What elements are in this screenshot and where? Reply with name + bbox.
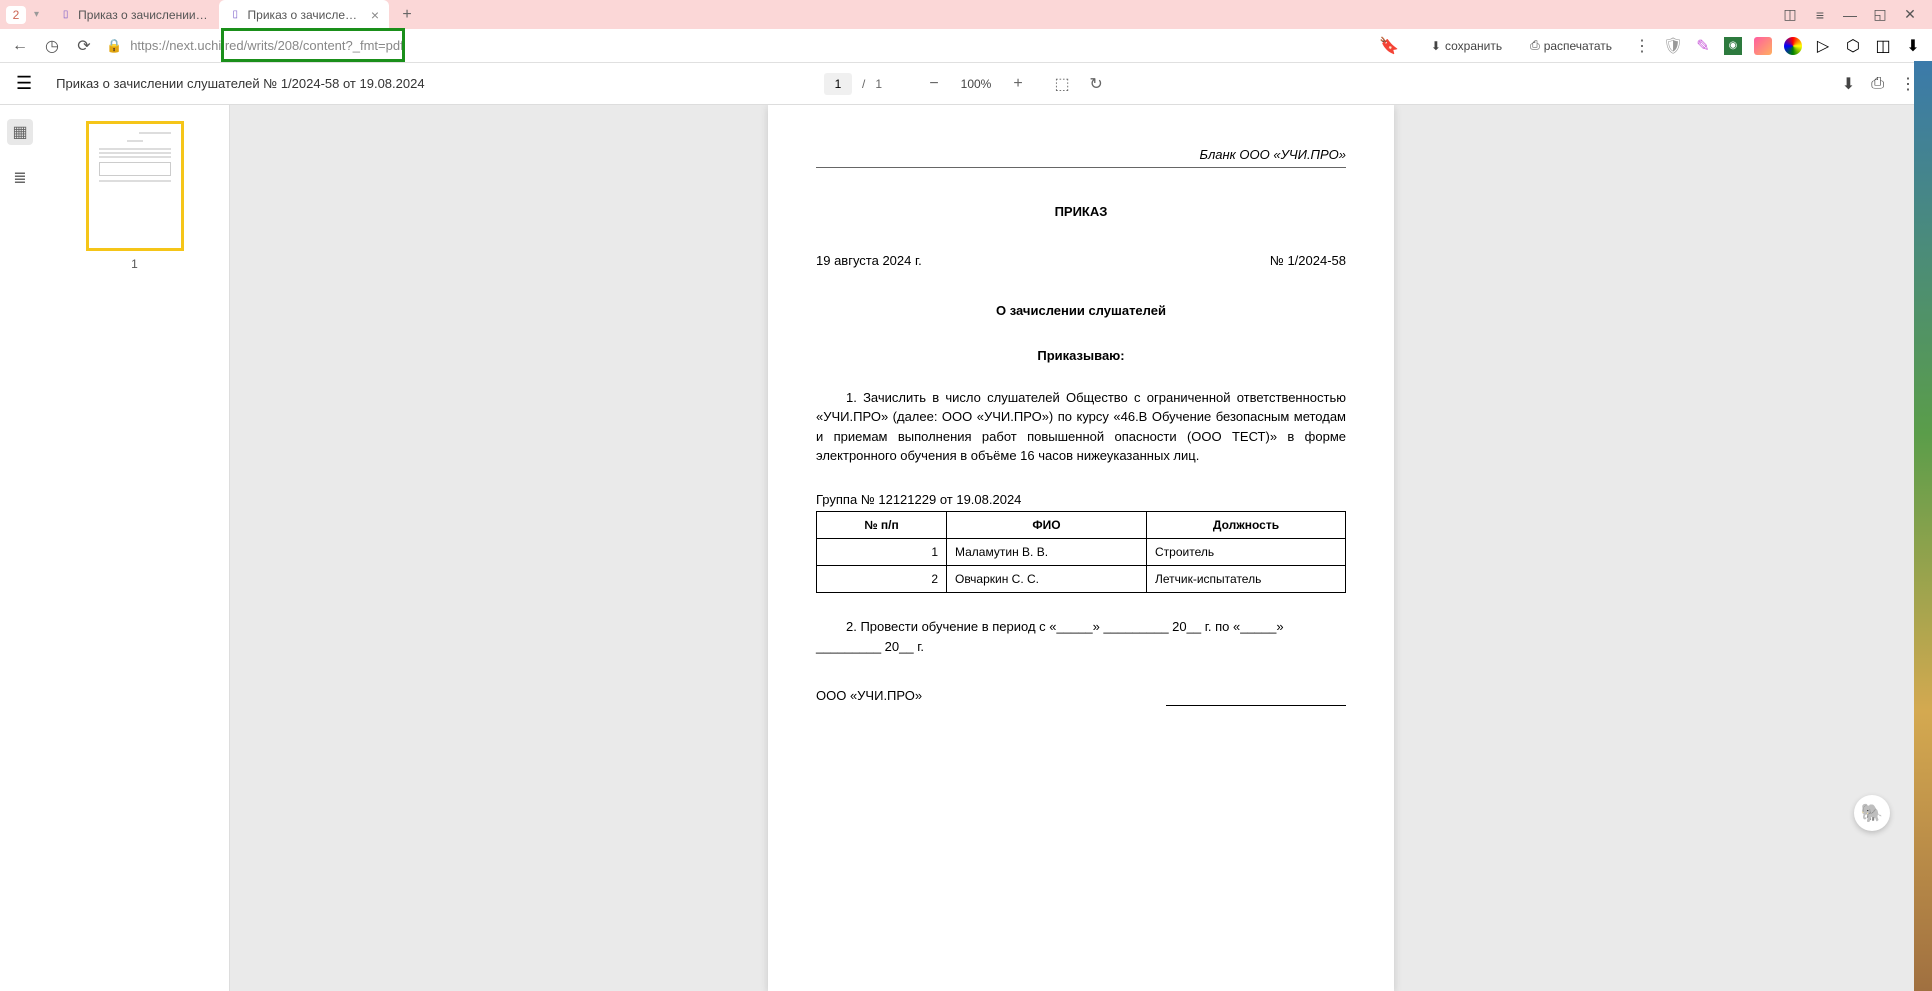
downloads-icon[interactable]: ⬇ [1904, 37, 1922, 55]
order-heading: ПРИКАЗ [816, 202, 1346, 222]
cell-name: Овчаркин С. С. [947, 566, 1147, 593]
paragraph-1: 1. Зачислить в число слушателей Общество… [816, 388, 1346, 466]
evernote-floating-icon[interactable]: 🐘 [1854, 795, 1890, 831]
page-separator: / [862, 77, 865, 91]
zoom-out-button[interactable]: − [922, 72, 946, 96]
maximize-icon[interactable]: ◱ [1872, 7, 1888, 23]
address-bar: ← ◷ ⟳ 🔒 https://next.uchi.red/writs/208/… [0, 29, 1932, 63]
pencil-ext-icon[interactable]: ✎ [1694, 37, 1712, 55]
order-subject: О зачислении слушателей [816, 301, 1346, 321]
tab-title: Приказ о зачислении с [248, 8, 361, 22]
tab-favicon-icon: ▯ [59, 8, 72, 22]
thumbnails-toggle[interactable]: ▦ [7, 119, 33, 145]
tab-bar: 2 ▾ ▯ Приказ о зачислении слу ▯ Приказ о… [0, 0, 1932, 29]
tab-active[interactable]: ▯ Приказ о зачислении с × [219, 0, 389, 29]
kebab-icon[interactable]: ⋮ [1632, 36, 1652, 56]
paragraph-2: 2. Провести обучение в период с «_____» … [816, 617, 1346, 656]
cell-num: 1 [817, 539, 947, 566]
blank-org: Бланк ООО «УЧИ.ПРО» [816, 145, 1346, 168]
tab-favicon-icon: ▯ [229, 8, 242, 22]
menu-icon[interactable]: ≡ [1812, 7, 1828, 23]
students-table: № п/п ФИО Должность 1 Маламутин В. В. Ст… [816, 511, 1346, 593]
print-pdf-button[interactable]: ⎙ [1871, 75, 1884, 93]
bookmark-icon[interactable]: 🔖 [1379, 36, 1399, 56]
zoom-level[interactable]: 100% [956, 77, 996, 91]
cell-position: Летчик-испытатель [1147, 566, 1346, 593]
thumbnail-page-number: 1 [131, 257, 138, 271]
shield-ext-icon[interactable]: 🛡 [1664, 37, 1682, 55]
side-rail: ▦ ≣ [0, 105, 40, 991]
new-tab-button[interactable]: + [395, 3, 419, 27]
chevron-down-icon[interactable]: ▾ [34, 9, 39, 20]
zoom-in-button[interactable]: + [1006, 72, 1030, 96]
cursor-ext-icon[interactable]: ▷ [1814, 37, 1832, 55]
order-number: № 1/2024-58 [1270, 251, 1346, 271]
print-button[interactable]: ⎙ распечатать [1522, 34, 1620, 57]
cell-name: Маламутин В. В. [947, 539, 1147, 566]
group-line: Группа № 12121229 от 19.08.2024 [816, 490, 1346, 510]
signature-line [1166, 692, 1346, 706]
page-viewport[interactable]: Бланк ООО «УЧИ.ПРО» ПРИКАЗ 19 августа 20… [230, 105, 1932, 991]
col-header-fio: ФИО [947, 512, 1147, 539]
puzzle-ext-icon[interactable]: ⬡ [1844, 37, 1862, 55]
sidebar-ext-icon[interactable]: ◫ [1874, 37, 1892, 55]
reload-button[interactable]: ⟳ [74, 36, 94, 56]
url-input[interactable]: 🔒 https://next.uchi.red/writs/208/conten… [106, 32, 1367, 60]
minimize-icon[interactable]: — [1842, 7, 1858, 23]
lock-icon: 🔒 [106, 38, 122, 54]
clock-icon[interactable]: ◷ [42, 36, 62, 56]
rotate-button[interactable]: ↻ [1084, 72, 1108, 96]
signer-name: ООО «УЧИ.ПРО» [816, 686, 922, 706]
pdf-toolbar: ☰ Приказ о зачислении слушателей № 1/202… [0, 63, 1932, 105]
tab-inactive[interactable]: ▯ Приказ о зачислении слу [49, 0, 219, 29]
printer-icon: ⎙ [1530, 38, 1540, 53]
order-command: Приказываю: [816, 346, 1346, 366]
cell-position: Строитель [1147, 539, 1346, 566]
table-row: 1 Маламутин В. В. Строитель [817, 539, 1346, 566]
col-header-position: Должность [1147, 512, 1346, 539]
close-window-icon[interactable]: ✕ [1902, 7, 1918, 23]
page-thumbnail[interactable] [86, 121, 184, 251]
desktop-edge [1914, 61, 1932, 991]
save-label: сохранить [1445, 39, 1502, 53]
hamburger-icon[interactable]: ☰ [16, 73, 32, 94]
total-pages: 1 [875, 77, 882, 91]
col-header-num: № п/п [817, 512, 947, 539]
pdf-page: Бланк ООО «УЧИ.ПРО» ПРИКАЗ 19 августа 20… [768, 105, 1394, 991]
circle-ext-icon[interactable] [1784, 37, 1802, 55]
thumbnail-sidebar: 1 [40, 105, 230, 991]
url-text: https://next.uchi.red/writs/208/content?… [130, 38, 404, 53]
download-pdf-button[interactable]: ⬇ [1842, 74, 1855, 94]
back-button[interactable]: ← [10, 36, 30, 56]
tab-title: Приказ о зачислении слу [78, 8, 209, 22]
table-row: 2 Овчаркин С. С. Летчик-испытатель [817, 566, 1346, 593]
order-date: 19 августа 2024 г. [816, 251, 922, 271]
green-ext-icon[interactable]: ◉ [1724, 37, 1742, 55]
print-label: распечатать [1544, 39, 1612, 53]
copy-icon[interactable]: ◫ [1782, 7, 1798, 23]
gradient-ext-icon[interactable] [1754, 37, 1772, 55]
download-icon: ⬇ [1431, 39, 1441, 53]
outline-toggle[interactable]: ≣ [7, 165, 33, 191]
cell-num: 2 [817, 566, 947, 593]
tab-count-badge[interactable]: 2 [6, 6, 26, 24]
close-icon[interactable]: × [371, 7, 379, 23]
document-title: Приказ о зачислении слушателей № 1/2024-… [56, 76, 424, 91]
current-page-input[interactable] [824, 73, 852, 95]
save-button[interactable]: ⬇ сохранить [1423, 35, 1510, 57]
fit-page-button[interactable]: ⬚ [1050, 72, 1074, 96]
